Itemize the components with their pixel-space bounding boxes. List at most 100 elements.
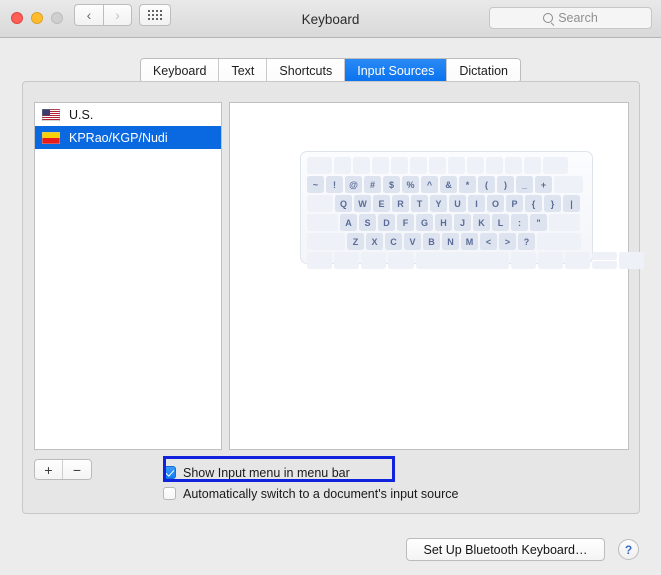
show-input-menu-option[interactable]: Show Input menu in menu bar [163, 462, 583, 483]
key-shift-right [537, 233, 581, 250]
key-paren-close: ) [497, 176, 514, 193]
key-blank [524, 157, 541, 174]
key-caret: ^ [421, 176, 438, 193]
close-window-button[interactable] [11, 12, 23, 24]
key-blank [410, 157, 427, 174]
window-titlebar: ‹ › Keyboard Search [0, 0, 661, 38]
add-input-source-button[interactable]: + [35, 460, 63, 479]
key-g: G [416, 214, 433, 231]
tab-text[interactable]: Text [219, 59, 268, 82]
key-asterisk: * [459, 176, 476, 193]
key-percent: % [402, 176, 419, 193]
auto-switch-checkbox[interactable] [163, 487, 176, 500]
key-z: Z [347, 233, 364, 250]
auto-switch-label: Automatically switch to a document's inp… [183, 486, 459, 501]
chevron-right-icon: › [115, 7, 120, 23]
key-command-left [388, 252, 414, 269]
key-blank [372, 157, 389, 174]
search-icon [543, 13, 554, 23]
show-input-menu-label: Show Input menu in menu bar [183, 465, 350, 480]
key-tilde: ~ [307, 176, 324, 193]
keyboard-layout-graphic: ~ ! @ # $ % ^ & * ( ) _ + Q W E R T Y U … [300, 151, 644, 269]
key-blank [543, 157, 568, 174]
tab-dictation[interactable]: Dictation [447, 59, 521, 82]
key-j: J [454, 214, 471, 231]
key-arrow-right [619, 252, 644, 269]
back-button[interactable]: ‹ [74, 4, 103, 26]
help-button[interactable]: ? [618, 539, 639, 560]
key-e: E [373, 195, 390, 212]
key-quote: " [530, 214, 547, 231]
show-all-preferences-button[interactable] [139, 4, 171, 26]
key-dollar: $ [383, 176, 400, 193]
key-s: S [359, 214, 376, 231]
keyboard-row [307, 252, 644, 269]
key-tab [307, 195, 333, 212]
key-return [549, 214, 580, 231]
key-o: O [487, 195, 504, 212]
key-capslock [307, 214, 338, 231]
key-at: @ [345, 176, 362, 193]
setup-bluetooth-keyboard-label: Set Up Bluetooth Keyboard… [423, 542, 588, 557]
tab-input-sources[interactable]: Input Sources [345, 59, 448, 82]
window-title-text: Keyboard [301, 11, 360, 27]
key-blank [353, 157, 370, 174]
tab-keyboard-label: Keyboard [152, 63, 207, 78]
tab-shortcuts[interactable]: Shortcuts [267, 59, 346, 82]
key-exclam: ! [326, 176, 343, 193]
key-i: I [468, 195, 485, 212]
input-source-options: Show Input menu in menu bar Automaticall… [163, 462, 583, 504]
key-ampersand: & [440, 176, 457, 193]
key-option-right [538, 252, 563, 269]
key-a: A [340, 214, 357, 231]
key-space [416, 252, 509, 269]
key-c: C [385, 233, 402, 250]
key-arrow-up [592, 252, 617, 260]
key-fn [307, 252, 332, 269]
input-source-list[interactable]: U.S. KPRao/KGP/Nudi [34, 102, 222, 450]
list-item[interactable]: KPRao/KGP/Nudi [35, 126, 221, 149]
key-arrow-down [592, 261, 617, 269]
auto-switch-option[interactable]: Automatically switch to a document's inp… [163, 483, 583, 504]
tab-keyboard[interactable]: Keyboard [140, 59, 220, 82]
key-n: N [442, 233, 459, 250]
key-arrow-left [565, 252, 590, 269]
key-colon: : [511, 214, 528, 231]
chevron-left-icon: ‹ [86, 7, 92, 23]
key-t: T [411, 195, 428, 212]
keyboard-row: Z X C V B N M < > ? [307, 233, 586, 250]
key-option-left [361, 252, 386, 269]
key-blank [486, 157, 503, 174]
forward-button: › [103, 4, 132, 26]
zoom-window-button [51, 12, 63, 24]
traffic-light-group [11, 12, 63, 24]
list-item-label: KPRao/KGP/Nudi [69, 130, 168, 145]
show-input-menu-checkbox[interactable] [163, 466, 176, 479]
keyboard-layout-preview-panel: ~ ! @ # $ % ^ & * ( ) _ + Q W E R T Y U … [229, 102, 644, 450]
search-input[interactable]: Search [489, 7, 652, 29]
tab-dictation-label: Dictation [459, 63, 509, 78]
key-k: K [473, 214, 490, 231]
key-underscore: _ [516, 176, 533, 193]
minimize-window-button[interactable] [31, 12, 43, 24]
key-brace-open: { [525, 195, 542, 212]
key-y: Y [430, 195, 447, 212]
tab-input-sources-label: Input Sources [357, 63, 435, 78]
key-v: V [404, 233, 421, 250]
kannada-flag-icon [42, 131, 60, 144]
setup-bluetooth-keyboard-button[interactable]: Set Up Bluetooth Keyboard… [406, 538, 605, 561]
plus-icon: + [44, 461, 53, 478]
key-d: D [378, 214, 395, 231]
list-item[interactable]: U.S. [35, 103, 221, 126]
key-control [334, 252, 359, 269]
key-blank [429, 157, 446, 174]
key-r: R [392, 195, 409, 212]
keyboard-row: Q W E R T Y U I O P { } | [307, 195, 586, 212]
search-placeholder: Search [558, 11, 598, 25]
us-flag-icon [42, 108, 60, 121]
navigation-button-group: ‹ › [74, 4, 132, 26]
key-blank [334, 157, 351, 174]
key-shift-left [307, 233, 345, 250]
remove-input-source-button[interactable]: − [63, 460, 91, 479]
key-paren-open: ( [478, 176, 495, 193]
